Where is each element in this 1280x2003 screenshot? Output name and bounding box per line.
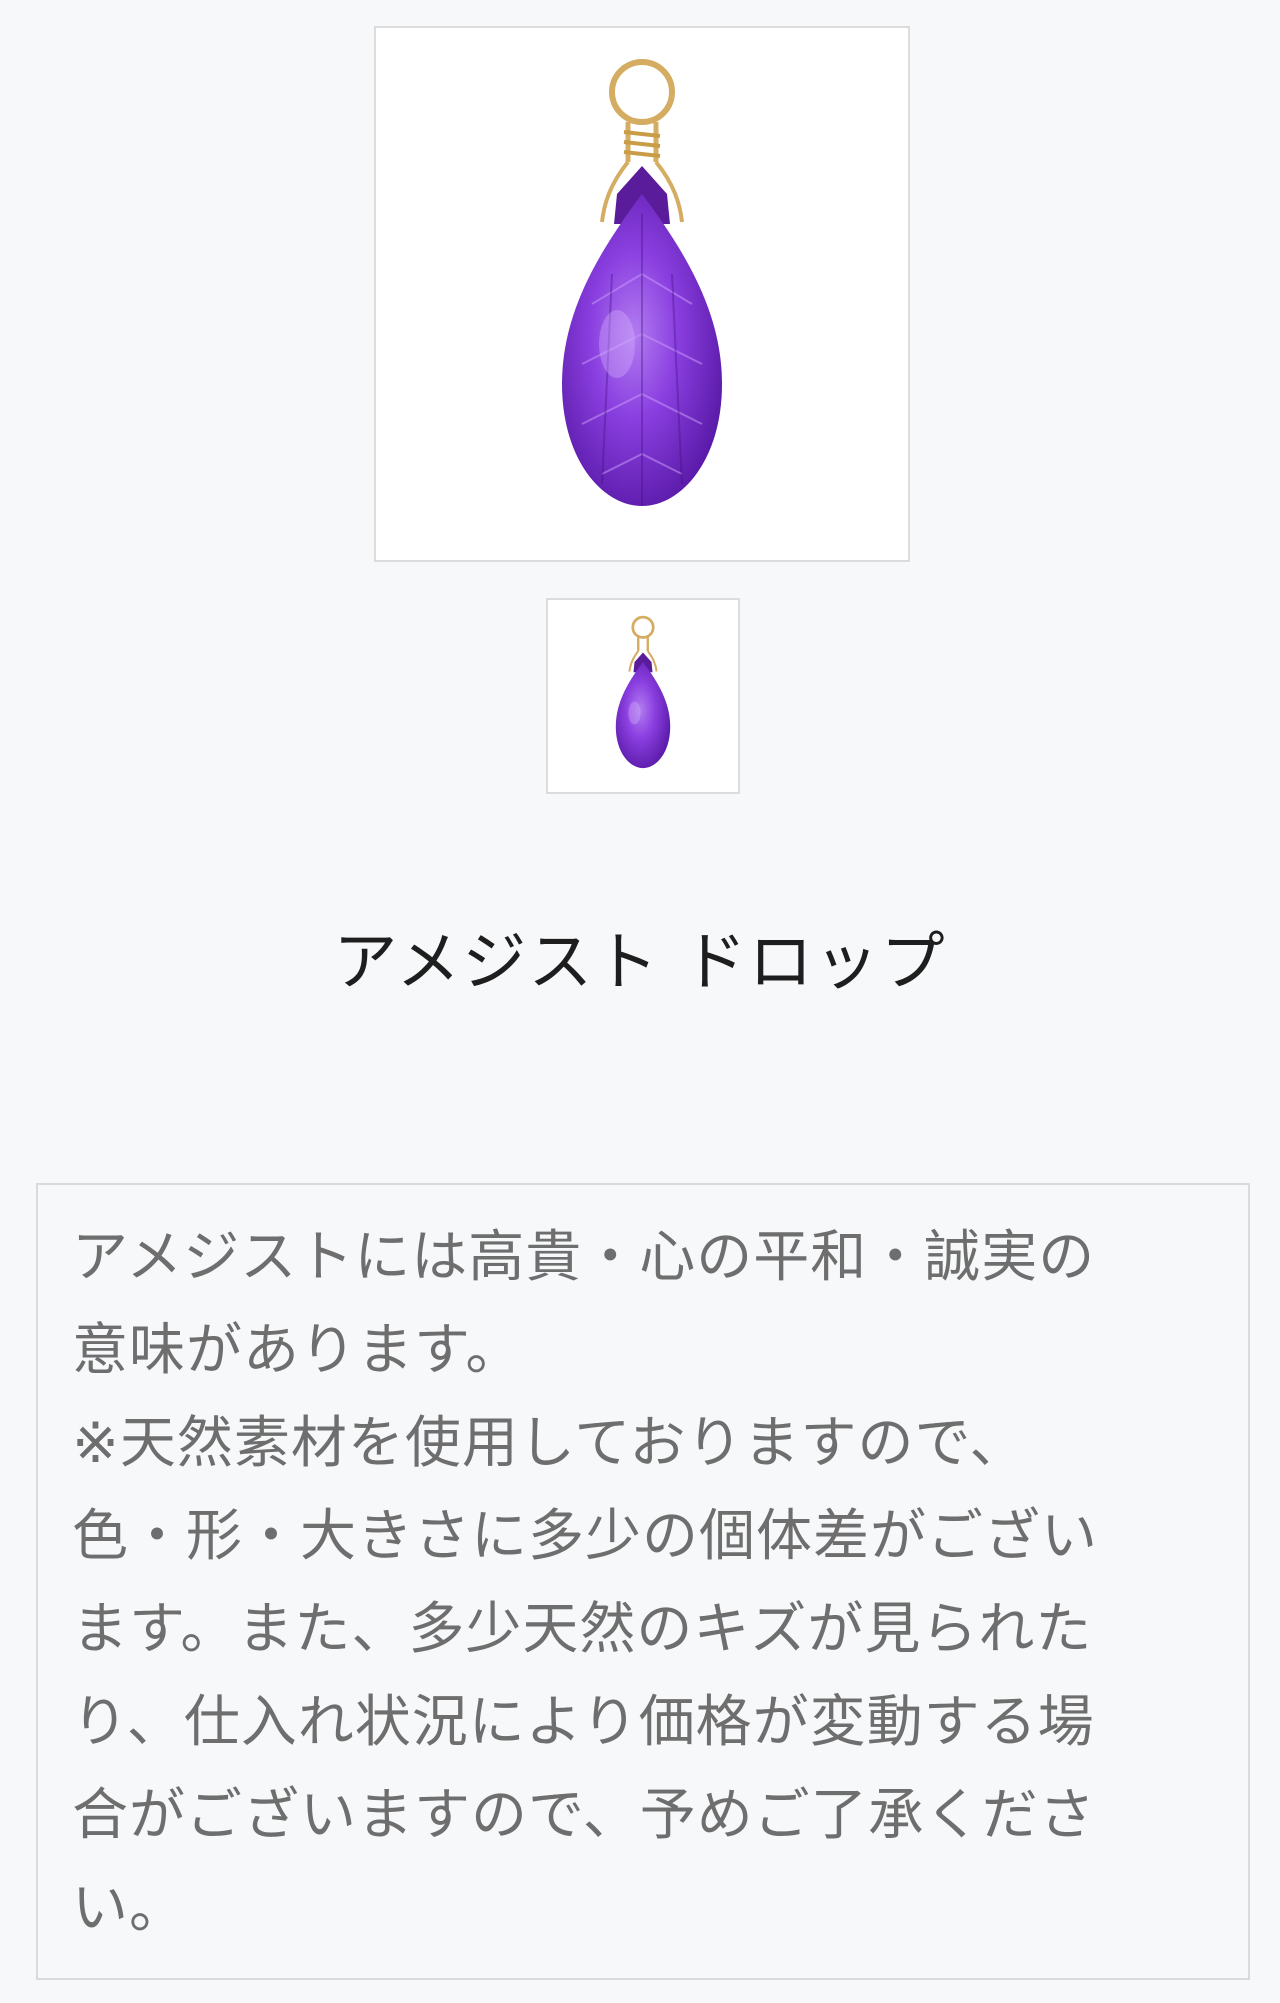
amethyst-drop-pendant-thumbnail [615,615,671,769]
thumbnail-image-1[interactable] [546,598,740,794]
description-line: アメジストには高貴・心の平和・誠実の [72,1225,1096,1290]
description-line: 合がございますので、予めご了承くださ [72,1783,1096,1848]
product-description: アメジストには高貴・心の平和・誠実の 意味があります。 ※天然素材を使用しており… [36,1183,1250,1980]
description-line: ※天然素材を使用しておりますので、 [72,1411,1027,1476]
description-line: 色・形・大きさに多少の個体差がござい [72,1504,1098,1569]
description-line: 意味があります。 [72,1318,523,1383]
description-line: り、仕入れ状況により価格が変動する場 [72,1690,1095,1755]
description-line: ます。また、多少天然のキズが見られた [72,1597,1093,1662]
amethyst-drop-pendant-image [562,59,722,506]
description-line: い。 [72,1876,186,1941]
main-product-image[interactable] [374,26,910,562]
product-title: アメジスト ドロップ [333,926,947,1000]
